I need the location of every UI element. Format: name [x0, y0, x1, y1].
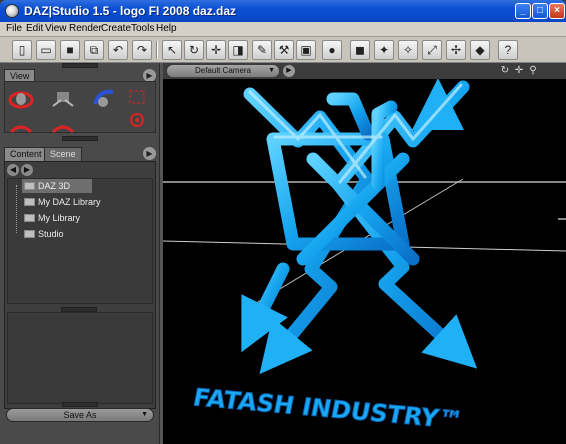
content-list	[7, 312, 153, 404]
zoom-icon[interactable]: ⚲	[527, 65, 539, 77]
folder-icon	[24, 198, 35, 206]
select-icon[interactable]: ↖	[162, 40, 182, 60]
distantlight-icon[interactable]: ⤢	[422, 40, 442, 60]
back-button[interactable]: ◀	[7, 164, 19, 176]
dolly-icon[interactable]	[89, 86, 117, 112]
camera-icon[interactable]: ⚒	[274, 40, 294, 60]
forward-button[interactable]: ▶	[21, 164, 33, 176]
new-icon[interactable]: ▯	[12, 40, 32, 60]
camera-label: Default Camera	[194, 66, 252, 75]
rotate-icon[interactable]: ↻	[184, 40, 204, 60]
pan-icon[interactable]	[49, 86, 77, 112]
window-title: DAZ|Studio 1.5 - logo FI 2008 daz.daz	[24, 4, 237, 18]
orbit-view-icon[interactable]: ↻	[499, 65, 511, 77]
content-tab-row: Content Scene ▶	[4, 147, 156, 161]
redo-icon[interactable]: ↷	[132, 40, 152, 60]
chevron-down-icon: ▼	[268, 67, 275, 74]
left-panel: View ▶ Content Scene ▶ ◀ ▶ DAZ 3D My DAZ…	[0, 63, 160, 444]
camera-next-button[interactable]: ▶	[283, 65, 295, 77]
panel-grip[interactable]	[62, 63, 98, 68]
tree-item-studio[interactable]: Studio	[22, 227, 68, 241]
folder-icon	[24, 182, 35, 190]
viewport[interactable]: Default Camera ▼ ▶ ↻ ✛ ⚲ FATASH INDUSTRY…	[163, 63, 566, 444]
logo-model	[241, 79, 478, 375]
rotate-view-icon[interactable]	[49, 112, 77, 138]
menu-render[interactable]: Render	[69, 23, 102, 34]
pointlight-icon[interactable]: ✧	[398, 40, 418, 60]
tree-item-my-daz-library[interactable]: My DAZ Library	[22, 195, 105, 209]
close-button[interactable]: ×	[549, 3, 565, 19]
chevron-down-icon: ▼	[141, 411, 148, 418]
logo-text: FATASH INDUSTRY™	[191, 383, 465, 434]
main-toolbar: ▯ ▭ ■ ⧉ ↶ ↷ ↖ ↻ ✛ ◨ ✎ ⚒ ▣ ● ◼ ✦ ✧ ⤢ ✢ ◆ …	[0, 37, 566, 63]
menu-edit[interactable]: Edit	[26, 23, 43, 34]
menu-view[interactable]: View	[45, 23, 67, 34]
tree-item-label: DAZ 3D	[38, 181, 71, 191]
camera-select[interactable]: Default Camera ▼	[167, 65, 279, 77]
menu-tools[interactable]: Tools	[131, 23, 154, 34]
view-panel	[4, 81, 156, 134]
folder-icon	[24, 230, 35, 238]
orbit-icon[interactable]	[7, 86, 35, 112]
minimize-button[interactable]: _	[515, 3, 531, 19]
viewport-header: Default Camera ▼ ▶ ↻ ✛ ⚲	[163, 63, 566, 79]
tree-item-label: My DAZ Library	[38, 197, 101, 207]
menu-file[interactable]: File	[6, 23, 22, 34]
menu-create[interactable]: Create	[101, 23, 131, 34]
pan-view-icon[interactable]: ✛	[513, 65, 525, 77]
content-panel-menu-button[interactable]: ▶	[143, 147, 156, 160]
save-as-button[interactable]: Save As ▼	[6, 408, 154, 422]
save-as-label: Save As	[63, 410, 97, 420]
tree-item-my-library[interactable]: My Library	[22, 211, 84, 225]
open-icon[interactable]: ▭	[36, 40, 56, 60]
menu-help[interactable]: Help	[156, 23, 177, 34]
light-icon[interactable]: ✎	[252, 40, 272, 60]
tree-item-label: Studio	[38, 229, 64, 239]
node-add-icon[interactable]: ◆	[470, 40, 490, 60]
sphere-icon[interactable]: ●	[322, 40, 342, 60]
tree-line	[16, 185, 17, 233]
scale-icon[interactable]: ◨	[228, 40, 248, 60]
toolbar-separator	[156, 41, 158, 59]
orbit-small-icon[interactable]	[7, 112, 35, 138]
target-icon[interactable]	[125, 108, 153, 134]
add-node-icon[interactable]: ◼	[350, 40, 370, 60]
camera-add-icon[interactable]: ✢	[446, 40, 466, 60]
help-icon[interactable]: ?	[498, 40, 518, 60]
tab-scene[interactable]: Scene	[44, 147, 82, 161]
save-icon[interactable]: ■	[60, 40, 80, 60]
content-panel: ◀ ▶ DAZ 3D My DAZ Library My Library Stu…	[4, 161, 156, 409]
folder-icon	[24, 214, 35, 222]
render-icon[interactable]: ▣	[296, 40, 316, 60]
menu-bar: File Edit View Render Create Tools Help	[0, 22, 566, 37]
tree-item-label: My Library	[38, 213, 81, 223]
tab-content[interactable]: Content	[4, 147, 48, 161]
import-icon[interactable]: ⧉	[84, 40, 104, 60]
app-icon[interactable]	[5, 4, 19, 18]
spotlight-icon[interactable]: ✦	[374, 40, 394, 60]
content-tree: DAZ 3D My DAZ Library My Library Studio	[7, 178, 153, 304]
undo-icon[interactable]: ↶	[108, 40, 128, 60]
translate-icon[interactable]: ✛	[206, 40, 226, 60]
panel-grip-3[interactable]	[62, 402, 98, 407]
maximize-button[interactable]: □	[532, 3, 548, 19]
scene-render[interactable]: FATASH INDUSTRY™	[163, 79, 566, 444]
tree-item-daz3d[interactable]: DAZ 3D	[22, 179, 92, 193]
title-bar: DAZ|Studio 1.5 - logo FI 2008 daz.daz _ …	[0, 0, 566, 22]
panel-grip-2[interactable]	[62, 136, 98, 141]
